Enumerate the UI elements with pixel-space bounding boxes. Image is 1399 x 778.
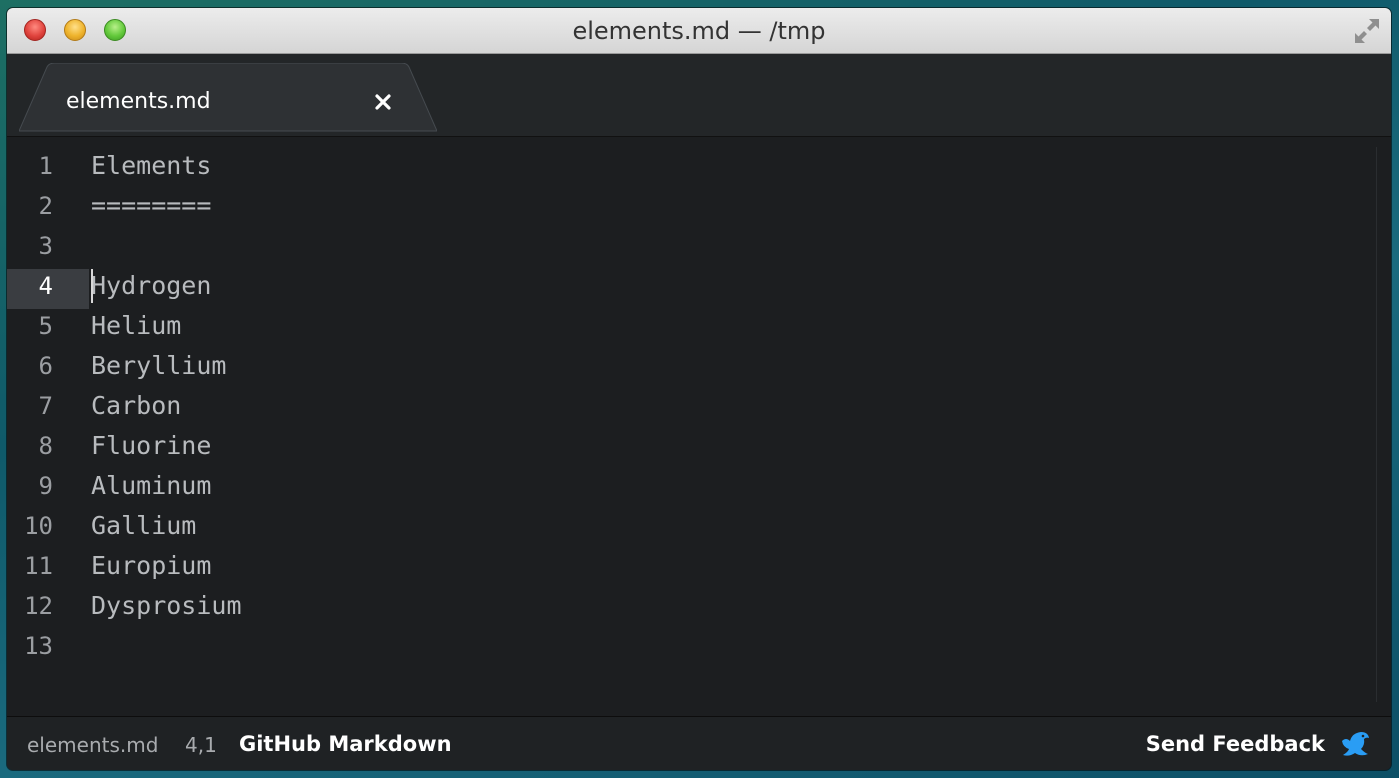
code-line[interactable]: Carbon: [91, 386, 181, 426]
code-line[interactable]: Helium: [91, 306, 181, 346]
code-line[interactable]: Dysprosium: [91, 586, 242, 626]
tab-elements-md[interactable]: elements.md: [19, 63, 437, 132]
tab-close-icon[interactable]: [371, 90, 395, 114]
status-bar: elements.md 4,1 GitHub Markdown Send Fee…: [7, 716, 1391, 770]
window-title: elements.md — /tmp: [572, 17, 826, 45]
code-line[interactable]: Elements: [91, 146, 211, 186]
code-line[interactable]: Europium: [91, 546, 211, 586]
editor-window: elements.md — /tmp elements.md 1 2 3 4 5…: [7, 8, 1391, 770]
line-number: 13: [24, 632, 53, 660]
status-cursor-position: 4,1: [185, 733, 217, 757]
syntax-selector[interactable]: GitHub Markdown: [239, 732, 452, 756]
tab-bar: elements.md: [7, 54, 1391, 137]
vertical-scrollbar[interactable]: [1376, 147, 1377, 702]
status-file-name: elements.md: [27, 733, 159, 757]
line-number: 11: [24, 552, 53, 580]
line-number: 8: [38, 432, 53, 460]
line-number: 3: [38, 232, 53, 260]
code-line[interactable]: Gallium: [91, 506, 196, 546]
bird-icon[interactable]: [1339, 729, 1371, 759]
line-number: 9: [38, 472, 53, 500]
line-number: 1: [38, 152, 53, 180]
code-line[interactable]: Fluorine: [91, 426, 211, 466]
line-number: 7: [38, 392, 53, 420]
code-line[interactable]: Beryllium: [91, 346, 226, 386]
line-number: 12: [24, 592, 53, 620]
fullscreen-icon[interactable]: [1351, 15, 1383, 47]
title-bar[interactable]: elements.md — /tmp: [7, 8, 1391, 54]
line-number: 10: [24, 512, 53, 540]
text-cursor: [91, 269, 93, 303]
code-line-current[interactable]: Hydrogen: [91, 266, 211, 306]
line-number-current: 4: [38, 272, 53, 300]
line-number: 2: [38, 192, 53, 220]
tab-label: elements.md: [66, 89, 211, 114]
code-line[interactable]: Aluminum: [91, 466, 211, 506]
code-line[interactable]: ========: [91, 186, 211, 226]
line-gutter: 1 2 3 4 5 6 7 8 9 10 11 12 13: [7, 137, 89, 716]
line-number: 6: [38, 352, 53, 380]
line-number: 5: [38, 312, 53, 340]
send-feedback-link[interactable]: Send Feedback: [1146, 732, 1325, 756]
code-editor[interactable]: 1 2 3 4 5 6 7 8 9 10 11 12 13 Elements =…: [7, 137, 1391, 716]
